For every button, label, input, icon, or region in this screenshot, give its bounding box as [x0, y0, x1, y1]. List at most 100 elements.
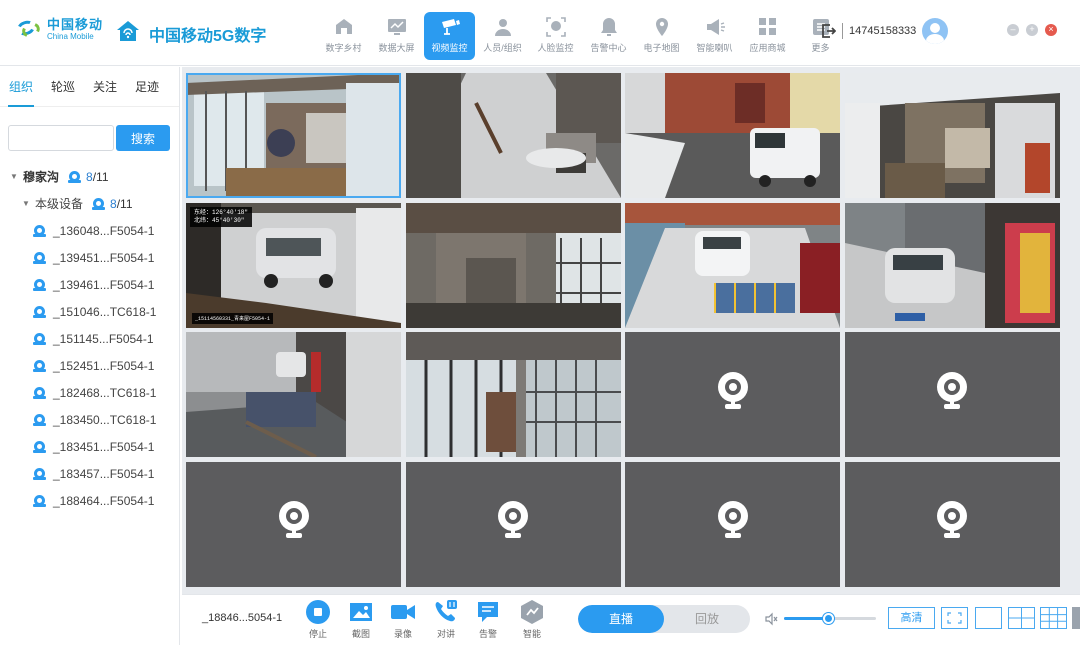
video-tile[interactable]	[186, 73, 401, 198]
camera-icon	[33, 414, 46, 426]
camera-icon	[33, 279, 46, 291]
video-frame	[405, 332, 621, 457]
fullscreen-button[interactable]	[941, 607, 968, 629]
total-number: /11	[116, 196, 133, 211]
app-grid-icon	[757, 16, 779, 38]
tab-1[interactable]: 轮巡	[51, 67, 75, 107]
device-item[interactable]: _136048...F5054-1	[0, 217, 180, 244]
nav-item-1[interactable]: 数据大屏	[371, 12, 422, 60]
video-tile[interactable]	[844, 202, 1060, 328]
empty-video-tile[interactable]	[625, 332, 840, 457]
video-frame	[844, 73, 1060, 198]
alarm-button[interactable]: 告警	[470, 599, 506, 640]
avatar[interactable]	[922, 18, 949, 44]
live-mode-button[interactable]: 直播	[578, 605, 664, 633]
camera-icon	[68, 171, 82, 183]
stop-button[interactable]: 停止	[300, 599, 336, 640]
face-scan-icon	[545, 16, 567, 38]
record-button[interactable]: 录像	[385, 599, 421, 640]
search-button[interactable]: 搜索	[116, 125, 170, 151]
empty-video-tile[interactable]	[405, 461, 621, 587]
tree-node-root[interactable]: ▼ 穆家沟 8/11	[0, 163, 180, 190]
empty-video-tile[interactable]	[186, 461, 401, 587]
caret-down-icon[interactable]: ▼	[10, 172, 21, 181]
mode-toggle: 直播 回放	[578, 605, 750, 633]
layout-16-button[interactable]	[1072, 607, 1080, 629]
empty-video-tile[interactable]	[844, 461, 1060, 587]
nav-item-4[interactable]: 人脸监控	[530, 12, 581, 60]
fullscreen-icon	[947, 612, 962, 624]
nav-item-5[interactable]: 告警中心	[583, 12, 634, 60]
main-nav: 数字乡村 数据大屏 视频监控 人员/组织 人脸监控 告警中心 电子地图 智能喇叭 应用商城 更多	[318, 12, 848, 60]
device-name: _183451...F5054-1	[53, 439, 155, 454]
tab-0[interactable]: 组织	[7, 67, 35, 107]
device-item[interactable]: _152451...F5054-1	[0, 352, 180, 379]
device-item[interactable]: _139461...F5054-1	[0, 271, 180, 298]
gps-lat: 北纬：45°40'30"	[194, 216, 245, 224]
volume-fill	[784, 617, 829, 620]
device-item[interactable]: _183450...TC618-1	[0, 406, 180, 433]
nav-item-6[interactable]: 电子地图	[636, 12, 687, 60]
quality-button[interactable]: 高清	[888, 607, 935, 629]
online-number: 8	[86, 169, 93, 184]
video-frame	[405, 73, 621, 198]
nav-item-2[interactable]: 视频监控	[424, 12, 475, 60]
volume-knob[interactable]	[823, 613, 835, 624]
screenshot-button[interactable]: 截图	[343, 599, 379, 640]
nav-item-7[interactable]: 智能喇叭	[689, 12, 740, 60]
nav-item-0[interactable]: 数字乡村	[318, 12, 369, 60]
home-village-icon	[117, 21, 139, 41]
sidebar-tabs: 组织 轮巡 关注 足迹	[0, 67, 179, 107]
nav-item-label: 人员/组织	[483, 43, 522, 53]
device-item[interactable]: _151046...TC618-1	[0, 298, 180, 325]
video-tile[interactable]	[186, 332, 401, 457]
search-input[interactable]	[8, 125, 114, 151]
device-item[interactable]: _182468...TC618-1	[0, 379, 180, 406]
video-frame	[625, 202, 840, 328]
minimize-button[interactable]: –	[1007, 24, 1019, 36]
empty-video-tile[interactable]	[844, 332, 1060, 457]
webcam-icon	[717, 501, 748, 538]
video-tile[interactable]	[405, 332, 621, 457]
close-button[interactable]: ×	[1045, 24, 1057, 36]
tree-node-label: 穆家沟	[23, 170, 60, 184]
layout-4-button[interactable]	[1008, 607, 1035, 629]
video-tile[interactable]: 东经：126°40'18" 北纬：45°40'30" _15114560331_青来…	[186, 202, 401, 328]
video-tile[interactable]	[405, 73, 621, 198]
device-item[interactable]: _188464...F5054-1	[0, 487, 180, 514]
nav-item-8[interactable]: 应用商城	[742, 12, 793, 60]
caret-down-icon[interactable]: ▼	[22, 199, 33, 208]
volume-slider[interactable]	[784, 613, 876, 624]
video-tile[interactable]	[844, 73, 1060, 198]
device-item[interactable]: _139451...F5054-1	[0, 244, 180, 271]
nav-item-label: 告警中心	[590, 43, 627, 53]
control-label: 智能	[522, 629, 541, 639]
video-tile[interactable]	[625, 73, 840, 198]
empty-video-tile[interactable]	[625, 461, 840, 587]
nav-item-label: 电子地图	[643, 43, 680, 53]
device-item[interactable]: _183457...F5054-1	[0, 460, 180, 487]
intercom-button[interactable]: 对讲	[428, 599, 464, 640]
nav-item-3[interactable]: 人员/组织	[477, 12, 528, 60]
layout-9-button[interactable]	[1040, 607, 1067, 629]
video-grid: 东经：126°40'18" 北纬：45°40'30" _15114560331_青来…	[182, 67, 1080, 594]
alarm-icon	[475, 599, 501, 625]
video-frame	[625, 73, 840, 198]
device-item[interactable]: _183451...F5054-1	[0, 433, 180, 460]
speaker-mute-icon[interactable]	[764, 612, 778, 626]
layout-1-button[interactable]	[975, 607, 1002, 629]
smart-button[interactable]: 智能	[514, 599, 550, 640]
tree-node-group[interactable]: ▼ 本级设备 8/11	[0, 190, 180, 217]
logout-icon[interactable]	[820, 23, 836, 39]
video-tile[interactable]	[625, 202, 840, 328]
maximize-button[interactable]: +	[1026, 24, 1038, 36]
surveillance-camera-icon	[439, 16, 461, 38]
gps-overlay: 东经：126°40'18" 北纬：45°40'30"	[190, 206, 253, 227]
tab-3[interactable]: 足迹	[135, 67, 159, 107]
webcam-icon	[937, 371, 967, 409]
device-item[interactable]: _151145...F5054-1	[0, 325, 180, 352]
playback-mode-button[interactable]: 回放	[664, 605, 750, 633]
control-label: 录像	[393, 629, 412, 639]
tab-2[interactable]: 关注	[93, 67, 117, 107]
video-tile[interactable]	[405, 202, 621, 328]
